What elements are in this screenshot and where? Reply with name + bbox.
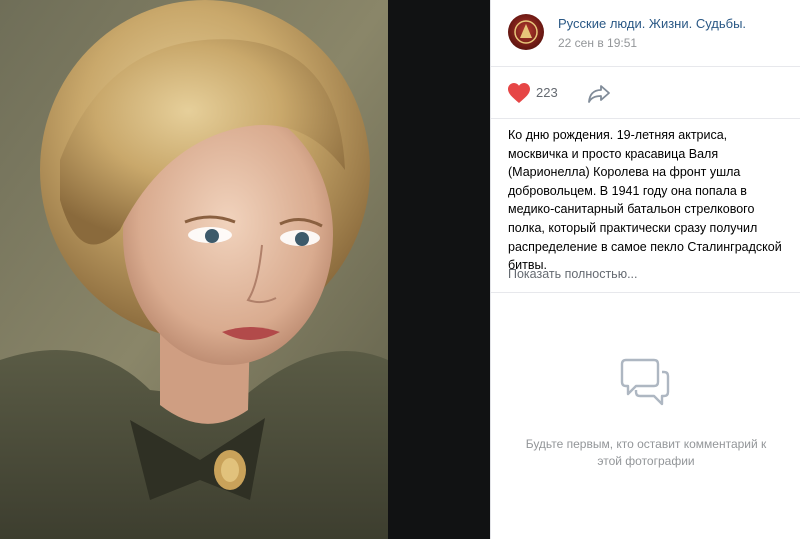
share-button[interactable] xyxy=(587,82,611,104)
post-header: Русские люди. Жизни. Судьбы. 22 сен в 19… xyxy=(491,0,800,67)
comments-empty-state: Будьте первым, кто оставит комментарий к… xyxy=(491,293,800,539)
group-avatar[interactable] xyxy=(508,14,544,50)
post-date[interactable]: 22 сен в 19:51 xyxy=(558,36,637,50)
post-caption: Ко дню рождения. 19-летняя актриса, моск… xyxy=(508,128,782,273)
photo-area xyxy=(0,0,490,539)
like-count: 223 xyxy=(536,85,558,100)
info-panel: Русские люди. Жизни. Судьбы. 22 сен в 19… xyxy=(490,0,800,539)
like-button[interactable] xyxy=(507,82,531,104)
heart-icon xyxy=(508,83,530,103)
portrait-photo xyxy=(0,0,388,539)
post-actions: 223 xyxy=(491,66,800,119)
speech-bubbles-icon xyxy=(620,358,670,406)
photo-viewer: Русские люди. Жизни. Судьбы. 22 сен в 19… xyxy=(0,0,800,539)
emblem-icon xyxy=(514,20,538,44)
group-name-link[interactable]: Русские люди. Жизни. Судьбы. xyxy=(558,16,746,31)
photo[interactable] xyxy=(0,0,388,539)
empty-comments-text: Будьте первым, кто оставит комментарий к… xyxy=(525,437,767,468)
show-more-link[interactable]: Показать полностью... xyxy=(508,267,638,281)
share-arrow-icon xyxy=(588,85,610,103)
